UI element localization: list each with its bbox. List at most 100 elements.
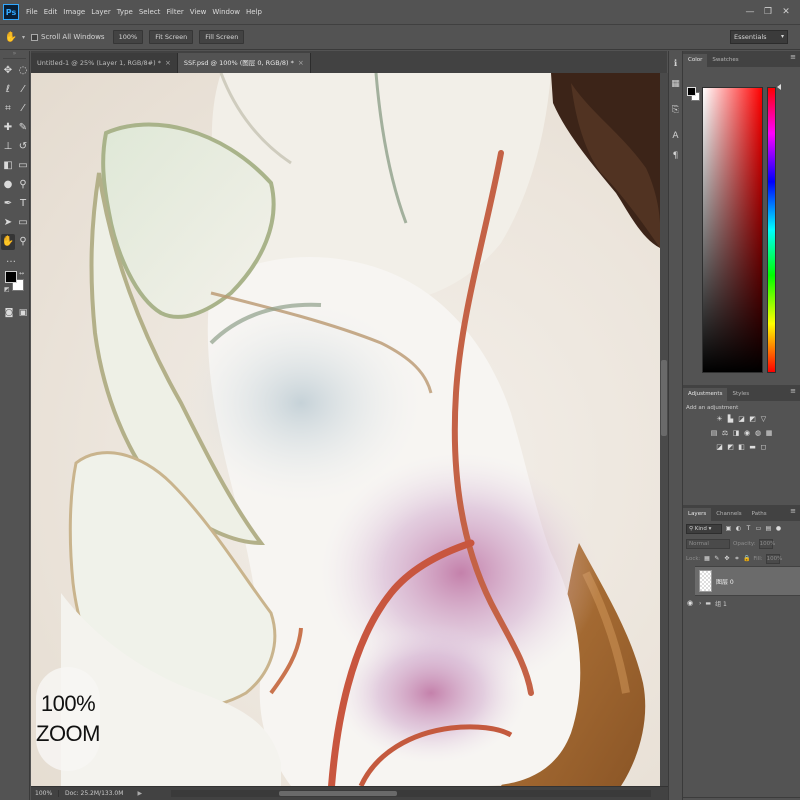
filter-shape-icon[interactable]: ▭	[755, 525, 762, 532]
horizontal-scroll-thumb[interactable]	[279, 791, 397, 796]
checkbox-box[interactable]	[31, 33, 39, 41]
menu-help[interactable]: Help	[243, 8, 265, 16]
eraser-tool-icon[interactable]: ◧	[1, 158, 15, 174]
panel-menu-icon[interactable]: ≡	[790, 387, 796, 395]
hue-slider[interactable]	[767, 87, 776, 373]
menu-select[interactable]: Select	[136, 8, 164, 16]
threshold-icon[interactable]: ◧	[737, 443, 746, 452]
eyedropper-tool-icon[interactable]: ⁄	[16, 101, 30, 117]
status-menu-arrow-icon[interactable]: ▶	[137, 790, 142, 797]
zoom-tool-icon[interactable]: ⚲	[16, 234, 30, 250]
tab-layers[interactable]: Layers	[683, 508, 712, 521]
tab-swatches[interactable]: Swatches	[707, 54, 743, 67]
layer-name[interactable]: 图层 0	[716, 577, 734, 586]
blend-mode-select[interactable]: Normal	[686, 538, 730, 549]
healing-brush-tool-icon[interactable]: ✚	[1, 120, 15, 136]
quick-select-tool-icon[interactable]: ⁄	[16, 82, 30, 98]
black-white-icon[interactable]: ◨	[732, 429, 741, 438]
filter-smart-object-icon[interactable]: ▤	[765, 525, 772, 532]
fill-screen-button[interactable]: Fill Screen	[199, 30, 245, 44]
history-brush-tool-icon[interactable]: ↺	[16, 139, 30, 155]
filter-type-icon[interactable]: T	[745, 525, 752, 532]
layer-kind-select[interactable]: ⚲ Kind ▾	[686, 523, 722, 534]
hand-tool-icon[interactable]: ✋	[1, 234, 15, 250]
menu-file[interactable]: File	[23, 8, 41, 16]
lock-all-icon[interactable]: 🔒	[743, 555, 750, 562]
dodge-tool-icon[interactable]: ⚲	[16, 177, 30, 193]
tab-channels[interactable]: Channels	[711, 508, 746, 521]
gradient-tool-icon[interactable]: ▭	[16, 158, 30, 174]
photo-filter-icon[interactable]: ◉	[743, 429, 752, 438]
lasso-tool-icon[interactable]: ℓ	[1, 82, 15, 98]
lock-artboard-icon[interactable]: ⌗	[733, 555, 740, 562]
invert-icon[interactable]: ◪	[715, 443, 724, 452]
layer-row-0[interactable]: 图层 0	[695, 566, 800, 596]
fit-screen-button[interactable]: Fit Screen	[149, 30, 194, 44]
group-name[interactable]: 组 1	[715, 599, 727, 608]
default-colors-icon[interactable]: ◩	[4, 286, 10, 293]
chevron-right-icon[interactable]: ›	[699, 600, 701, 607]
opacity-input[interactable]: 100%	[758, 538, 775, 549]
swap-colors-icon[interactable]: ↔	[19, 270, 24, 277]
vertical-scroll-thumb[interactable]	[661, 360, 667, 436]
filter-pixel-icon[interactable]: ▣	[725, 525, 732, 532]
workspace-select[interactable]: Essentials ▾	[730, 30, 788, 44]
horizontal-scrollbar[interactable]	[171, 790, 651, 797]
clone-source-icon[interactable]: ⎘	[669, 104, 682, 117]
panel-menu-icon[interactable]: ≡	[790, 53, 796, 61]
layer-group-row[interactable]: ◉ › ▬ 组 1	[683, 596, 800, 610]
character-icon[interactable]: A	[669, 130, 682, 143]
menu-window[interactable]: Window	[209, 8, 243, 16]
menu-image[interactable]: Image	[60, 8, 88, 16]
pen-tool-icon[interactable]: ✒	[1, 196, 15, 212]
quick-mask-icon[interactable]: ◙	[3, 307, 15, 319]
fill-input[interactable]: 100%	[765, 553, 782, 564]
color-picker-field[interactable]	[702, 87, 763, 373]
brush-tool-icon[interactable]: ✎	[16, 120, 30, 136]
gradient-map-icon[interactable]: ▬	[748, 443, 757, 452]
filter-adjustment-icon[interactable]: ◐	[735, 525, 742, 532]
blur-tool-icon[interactable]: ●	[1, 177, 15, 193]
channel-mixer-icon[interactable]: ◍	[754, 429, 763, 438]
panel-menu-icon[interactable]: ≡	[790, 507, 796, 515]
minimize-icon[interactable]: —	[744, 6, 756, 18]
exposure-icon[interactable]: ◩	[748, 415, 757, 424]
lock-image-icon[interactable]: ✎	[713, 555, 720, 562]
close-icon[interactable]: ×	[165, 53, 171, 73]
foreground-color-swatch[interactable]	[687, 87, 696, 96]
levels-icon[interactable]: ▙	[726, 415, 735, 424]
lock-transparent-icon[interactable]: ▦	[703, 555, 710, 562]
panel-grip[interactable]: »	[3, 51, 26, 59]
tab-paths[interactable]: Paths	[747, 508, 772, 521]
menu-view[interactable]: View	[187, 8, 210, 16]
vertical-scrollbar[interactable]	[660, 73, 668, 786]
hand-icon[interactable]: ✋	[0, 32, 22, 43]
marquee-tool-icon[interactable]: ◌	[16, 63, 30, 79]
menu-filter[interactable]: Filter	[163, 8, 186, 16]
close-icon[interactable]: ✕	[780, 6, 792, 18]
curves-icon[interactable]: ◪	[737, 415, 746, 424]
screen-mode-icon[interactable]: ▣	[17, 307, 29, 319]
menu-layer[interactable]: Layer	[88, 8, 114, 16]
crop-tool-icon[interactable]: ⌗	[1, 101, 15, 117]
paragraph-icon[interactable]: ¶	[669, 150, 682, 163]
chevron-down-icon[interactable]: ▾	[22, 34, 25, 41]
color-balance-icon[interactable]: ⚖	[721, 429, 730, 438]
zoom-100-button[interactable]: 100%	[112, 30, 144, 44]
history-icon[interactable]: ℹ	[669, 58, 682, 71]
eye-icon[interactable]: ◉	[687, 599, 695, 607]
more-tools-icon[interactable]: …	[0, 254, 29, 265]
foreground-color-swatch[interactable]	[5, 271, 17, 283]
lock-position-icon[interactable]: ✥	[723, 555, 730, 562]
selective-color-icon[interactable]: ◻	[759, 443, 768, 452]
vibrance-icon[interactable]: ▽	[759, 415, 768, 424]
tab-untitled-1[interactable]: Untitled-1 @ 25% (Layer 1, RGB/8#) * ×	[31, 53, 178, 73]
scroll-all-windows-checkbox[interactable]: Scroll All Windows	[31, 33, 105, 41]
rectangle-tool-icon[interactable]: ▭	[16, 215, 30, 231]
menu-type[interactable]: Type	[114, 8, 136, 16]
color-lookup-icon[interactable]: ▦	[765, 429, 774, 438]
clone-stamp-tool-icon[interactable]: ⊥	[1, 139, 15, 155]
tab-adjustments[interactable]: Adjustments	[683, 388, 728, 401]
filter-toggle-icon[interactable]: ●	[775, 525, 782, 532]
path-select-tool-icon[interactable]: ➤	[1, 215, 15, 231]
